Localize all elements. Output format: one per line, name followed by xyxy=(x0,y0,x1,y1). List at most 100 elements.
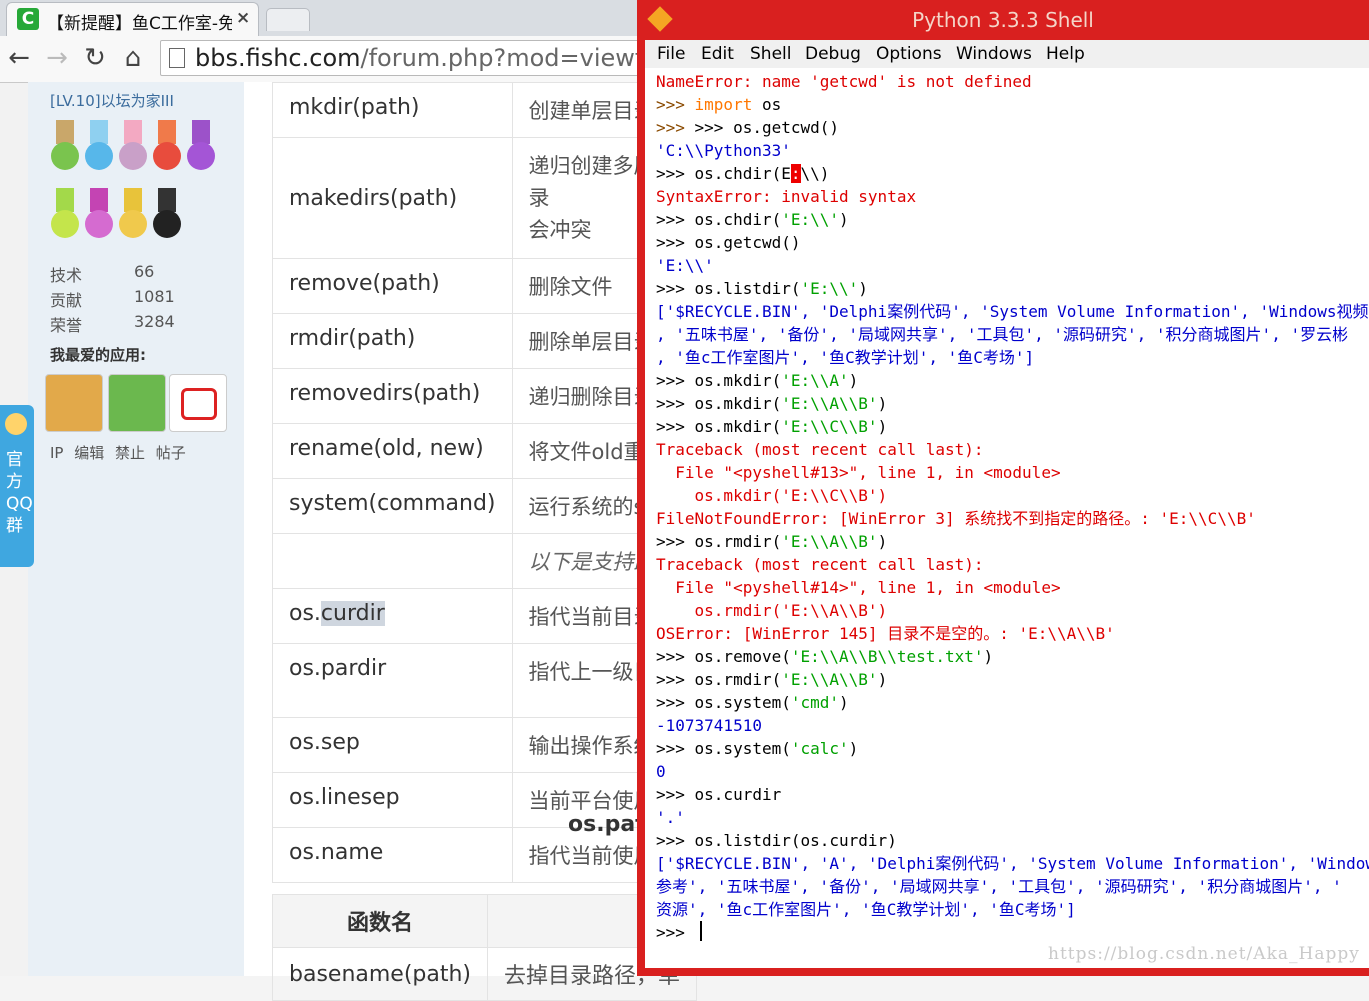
console-line: >>> os.system('cmd') xyxy=(656,693,849,712)
medal-icon xyxy=(118,188,148,240)
window-title: Python 3.3.3 Shell xyxy=(912,8,1094,32)
console-line: >>> os.mkdir('E:\\C\\B') xyxy=(656,417,888,436)
console-line: >>> os.mkdir('E:\\A') xyxy=(656,371,859,390)
shell-console[interactable]: NameError: name 'getcwd' is not defined … xyxy=(645,68,1369,968)
medal-icon xyxy=(50,188,80,240)
console-line: 0 xyxy=(656,762,666,781)
console-line: FileNotFoundError: [WinError 3] 系统找不到指定的… xyxy=(656,509,1256,528)
menu-file[interactable]: File xyxy=(657,44,685,64)
url-host: bbs.fishc.com xyxy=(195,44,361,72)
app-icon[interactable] xyxy=(45,374,103,432)
medal-icon xyxy=(152,188,182,240)
shell-menu-bar: File Edit Shell Debug Options Windows He… xyxy=(645,40,1369,68)
medal-icon xyxy=(50,120,80,172)
function-name: os.linesep xyxy=(272,772,513,828)
url-text[interactable]: bbs.fishc.com/forum.php?mod=viewthread xyxy=(195,44,714,72)
table-row: basename(path) 去掉目录路径，单 xyxy=(271,947,698,1001)
console-line: os.rmdir('E:\\A\\B') xyxy=(656,601,888,620)
console-line: 资源', '鱼c工作室图片', '鱼C教学计划', '鱼C考场'] xyxy=(656,900,1076,919)
console-line: ['$RECYCLE.BIN', 'A', 'Delphi案例代码', 'Sys… xyxy=(656,854,1369,873)
menu-windows[interactable]: Windows xyxy=(956,44,1032,64)
page-icon xyxy=(169,48,185,68)
medal-icon xyxy=(84,120,114,172)
medal-icon xyxy=(152,120,182,172)
python-shell-window: Python 3.3.3 Shell File Edit Shell Debug… xyxy=(637,0,1369,976)
console-line: , '五味书屋', '备份', '局域网共享', '工具包', '源码研究', … xyxy=(656,325,1349,344)
console-line: NameError: name 'getcwd' is not defined xyxy=(656,72,1032,91)
user-level: [LV.10]以坛为家III xyxy=(50,92,174,110)
console-line: >>> os.listdir('E:\\') xyxy=(656,279,868,298)
home-icon[interactable]: ⌂ xyxy=(118,43,148,73)
function-name xyxy=(272,533,513,589)
section-heading: os.pat xyxy=(568,812,646,837)
qq-icon xyxy=(5,413,27,435)
console-line: ['$RECYCLE.BIN', 'Delphi案例代码', 'System V… xyxy=(656,302,1369,321)
close-icon[interactable]: × xyxy=(236,8,250,28)
console-line: os.mkdir('E:\\C\\B') xyxy=(656,486,888,505)
name-prefix: os. xyxy=(289,601,321,626)
function-name: os.pardir xyxy=(272,643,513,718)
app-icon[interactable] xyxy=(169,374,227,432)
back-icon[interactable]: ← xyxy=(4,43,34,73)
console-line: SyntaxError: invalid syntax xyxy=(656,187,917,206)
function-name: os.name xyxy=(272,827,513,883)
console-prompt[interactable]: >>> xyxy=(656,921,695,944)
favorite-apps-heading: 我最爱的应用: xyxy=(50,346,146,364)
stat-value: 66 xyxy=(134,262,155,281)
stat-label: 荣誉 xyxy=(50,316,83,335)
function-name: remove(path) xyxy=(272,258,513,314)
app-icon[interactable] xyxy=(108,374,166,432)
console-line: 'C:\\Python33' xyxy=(656,141,791,160)
console-line: File "<pyshell#13>", line 1, in <module> xyxy=(656,463,1061,482)
console-line: >>> os.mkdir('E:\\A\\B') xyxy=(656,394,888,413)
function-name: makedirs(path) xyxy=(272,137,513,259)
selected-text: curdir xyxy=(320,601,385,626)
function-name: os.curdir xyxy=(272,588,513,644)
console-line: Traceback (most recent call last): xyxy=(656,555,984,574)
menu-help[interactable]: Help xyxy=(1046,44,1085,64)
function-name: system(command) xyxy=(272,478,513,534)
browser-tab[interactable]: C 【新提醒】鱼C工作室-免费 × xyxy=(6,2,259,36)
console-line: >>> os.rmdir('E:\\A\\B') xyxy=(656,532,888,551)
console-line: , '鱼c工作室图片', '鱼C教学计划', '鱼C考场'] xyxy=(656,348,1035,367)
function-name: rmdir(path) xyxy=(272,313,513,369)
qq-group-label: 官方QQ群 xyxy=(6,450,33,536)
console-line: >>> >>> os.getcwd() xyxy=(656,118,840,137)
menu-options[interactable]: Options xyxy=(876,44,942,64)
stat-label: 贡献 xyxy=(50,291,83,310)
watermark: https://blog.csdn.net/Aka_Happy xyxy=(1048,944,1360,964)
column-header: 函数名 xyxy=(271,894,489,948)
console-line: >>> os.getcwd() xyxy=(656,233,801,252)
reload-icon[interactable]: ↻ xyxy=(80,43,110,73)
menu-edit[interactable]: Edit xyxy=(701,44,734,64)
api-reference-content: mkdir(path) 创建单层目录 makedirs(path) 递归创建多层目录… xyxy=(244,82,704,1001)
tab-title: 【新提醒】鱼C工作室-免费 xyxy=(47,14,232,34)
console-line: >>> os.rmdir('E:\\A\\B') xyxy=(656,670,888,689)
console-line: File "<pyshell#14>", line 1, in <module> xyxy=(656,578,1061,597)
console-line: '.' xyxy=(656,808,685,827)
qq-group-tab[interactable]: 官方QQ群 xyxy=(0,405,34,567)
console-line: OSError: [WinError 145] 目录不是空的。: 'E:\\A\… xyxy=(656,624,1115,643)
menu-debug[interactable]: Debug xyxy=(805,44,861,64)
console-line: -1073741510 xyxy=(656,716,762,735)
function-name: mkdir(path) xyxy=(272,82,513,138)
forward-icon[interactable]: → xyxy=(42,43,72,73)
function-name: removedirs(path) xyxy=(272,368,513,424)
console-line: >>> os.curdir xyxy=(656,785,782,804)
console-line: Traceback (most recent call last): xyxy=(656,440,984,459)
stat-value: 1081 xyxy=(134,287,175,306)
stat-value: 3284 xyxy=(134,312,175,331)
console-line: 'E:\\' xyxy=(656,256,714,275)
console-line: >>> os.system('calc') xyxy=(656,739,859,758)
console-line: >>> import os xyxy=(656,95,782,114)
stat-label: 技术 xyxy=(50,266,83,285)
user-profile-sidebar: [LV.10]以坛为家III 技术 66 贡献 1081 荣誉 3284 我最爱… xyxy=(28,82,244,976)
site-favicon-icon: C xyxy=(17,8,39,30)
function-name: rename(old, new) xyxy=(272,423,513,479)
new-tab-button[interactable] xyxy=(266,8,310,31)
console-line: >>> os.listdir(os.curdir) xyxy=(656,831,897,850)
admin-links[interactable]: IP 编辑 禁止 帖子 xyxy=(50,442,186,463)
text-caret xyxy=(700,921,702,941)
table-header-row: 函数名 xyxy=(271,894,698,948)
menu-shell[interactable]: Shell xyxy=(750,44,791,64)
